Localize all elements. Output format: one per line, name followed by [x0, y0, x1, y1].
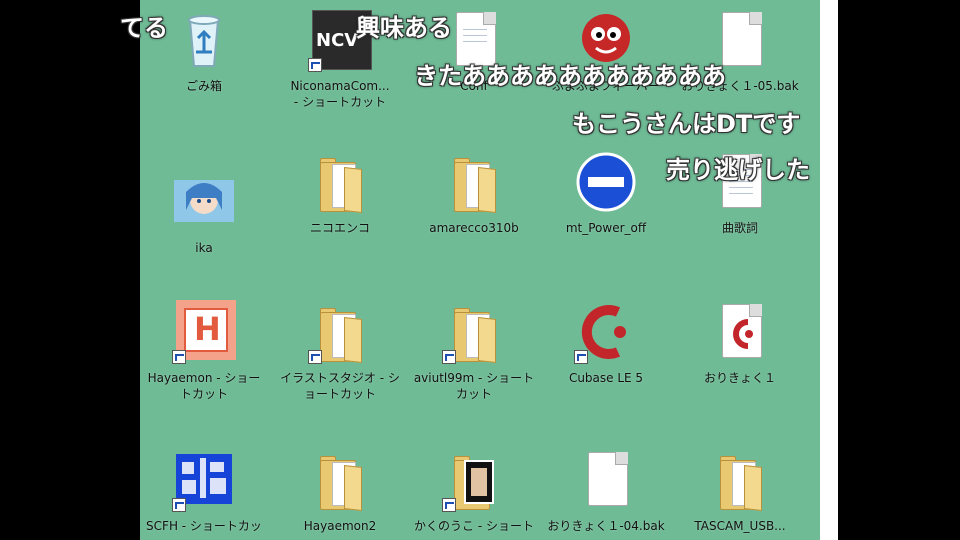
folder-icon: [708, 448, 772, 512]
image-folder-icon: [442, 448, 506, 512]
desktop-icon-orikyoku[interactable]: おりきょく１: [678, 300, 802, 386]
comment-text: 興味ある: [356, 14, 452, 42]
desktop-icon-aviutl-shortcut[interactable]: aviutl99m - ショートカット: [412, 300, 536, 402]
desktop-icon-illust-studio-shortcut[interactable]: イラストスタジオ - ショートカット: [278, 300, 402, 402]
window-edge: [820, 0, 838, 540]
comment-text: てる: [120, 14, 168, 42]
icon-label: Cubase LE 5: [568, 371, 644, 385]
icon-label: amarecco310b: [429, 221, 519, 235]
folder-icon: [442, 300, 506, 364]
icon-label: ニコエンコ: [309, 221, 370, 235]
desktop-icon-mt-power-off[interactable]: mt_Power_off: [544, 150, 668, 236]
shortcut-arrow-icon: [308, 58, 322, 72]
desktop-icon-ika[interactable]: ika: [142, 170, 266, 256]
cubase-icon: [574, 300, 638, 364]
cubase-project-icon: [708, 300, 772, 364]
icon-label: Hayaemon2: [303, 519, 377, 533]
recycle-bin-icon: [172, 8, 236, 72]
desktop-icon-hayaemon2-folder[interactable]: Hayaemon2: [278, 448, 402, 534]
folder-icon: [442, 150, 506, 214]
comment-text: 売り逃げした: [666, 156, 810, 184]
shortcut-arrow-icon: [172, 498, 186, 512]
icon-label: aviutl99m - ショートカット: [413, 371, 535, 401]
icon-label: おりきょく１: [703, 371, 776, 385]
comment-text: きたあああああああああああ: [414, 62, 726, 90]
icon-label: かくのうこ - ショート: [414, 519, 534, 533]
scfh-icon: [172, 448, 236, 512]
icon-label: SCFH - ショートカッ: [146, 519, 262, 533]
anime-image-icon: [172, 170, 236, 234]
icon-label: NiconamaCom... - ショートカット: [290, 79, 390, 109]
shortcut-arrow-icon: [172, 350, 186, 364]
folder-icon: [308, 448, 372, 512]
shortcut-arrow-icon: [442, 498, 456, 512]
folder-icon: [308, 150, 372, 214]
icon-label: 曲歌詞: [721, 221, 758, 235]
desktop-icon-nicoenco-folder[interactable]: ニコエンコ: [278, 150, 402, 236]
shortcut-arrow-icon: [442, 350, 456, 364]
folder-icon: [308, 300, 372, 364]
document-icon: [574, 448, 638, 512]
desktop-icon-tascam-folder[interactable]: TASCAM_USB...: [678, 448, 802, 534]
power-off-icon: [574, 150, 638, 214]
desktop-icon-kakunouko-shortcut[interactable]: かくのうこ - ショート: [412, 448, 536, 534]
desktop-icon-amarecco-folder[interactable]: amarecco310b: [412, 150, 536, 236]
icon-label: ごみ箱: [185, 79, 222, 93]
desktop-icon-orikyoku-04-bak[interactable]: おりきょく１-04.bak: [544, 448, 668, 534]
comment-text: もこうさんはDTです: [572, 110, 801, 138]
hayaemon-glyph: H: [194, 310, 221, 348]
icon-label: イラストスタジオ - ショートカット: [280, 371, 400, 401]
desktop-icon-hayaemon-shortcut[interactable]: H Hayaemon - ショートカット: [142, 300, 266, 402]
icon-label: mt_Power_off: [565, 221, 647, 235]
hayaemon-icon: H: [172, 300, 236, 364]
desktop-icon-scfh-shortcut[interactable]: SCFH - ショートカッ: [142, 448, 266, 534]
icon-label: おりきょく１-04.bak: [547, 519, 665, 533]
icon-label: ika: [195, 241, 213, 255]
icon-label: TASCAM_USB...: [694, 519, 786, 533]
icon-label: Hayaemon - ショートカット: [147, 371, 261, 401]
ncv-badge-text: NCV: [316, 30, 359, 51]
desktop-icon-cubase[interactable]: Cubase LE 5: [544, 300, 668, 386]
shortcut-arrow-icon: [574, 350, 588, 364]
shortcut-arrow-icon: [308, 350, 322, 364]
